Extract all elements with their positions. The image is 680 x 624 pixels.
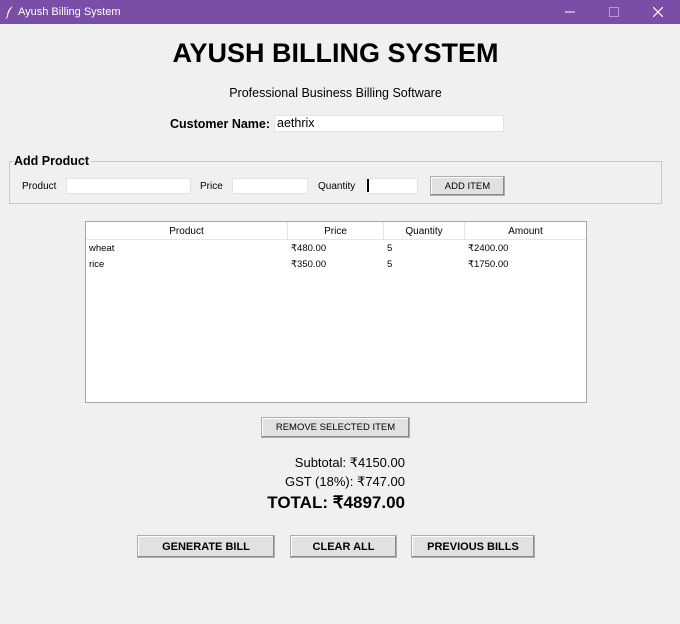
table-row[interactable]: rice ₹350.00 5 ₹1750.00 xyxy=(86,257,586,273)
column-header-product[interactable]: Product xyxy=(86,222,288,240)
quantity-input[interactable] xyxy=(365,178,418,194)
previous-bills-button[interactable]: PREVIOUS BILLS xyxy=(411,535,535,558)
add-product-legend: Add Product xyxy=(14,154,91,168)
window-titlebar: Ayush Billing System xyxy=(0,0,680,24)
text-cursor xyxy=(367,179,369,192)
gst-text: GST (18%): ₹747.00 xyxy=(284,474,405,489)
product-label: Product xyxy=(22,181,57,192)
column-header-amount[interactable]: Amount xyxy=(465,222,586,240)
quantity-label: Quantity xyxy=(318,181,356,192)
cell-quantity: 5 xyxy=(387,259,393,270)
column-header-price[interactable]: Price xyxy=(288,222,384,240)
close-icon[interactable] xyxy=(636,0,680,24)
remove-selected-item-button[interactable]: REMOVE SELECTED ITEM xyxy=(261,417,410,438)
page-title: AYUSH BILLING SYSTEM xyxy=(172,38,499,68)
add-item-button[interactable]: ADD ITEM xyxy=(430,176,505,196)
customer-name-input[interactable]: aethrix xyxy=(274,115,504,132)
generate-bill-button[interactable]: GENERATE BILL xyxy=(137,535,275,558)
items-table[interactable]: Product Price Quantity Amount wheat ₹480… xyxy=(85,221,587,403)
cell-amount: ₹1750.00 xyxy=(468,259,509,270)
product-input[interactable] xyxy=(66,178,191,194)
minimize-icon[interactable] xyxy=(548,0,592,24)
table-header: Product Price Quantity Amount xyxy=(86,222,586,240)
price-label: Price xyxy=(200,181,223,192)
maximize-icon[interactable] xyxy=(592,0,636,24)
cell-amount: ₹2400.00 xyxy=(468,243,509,254)
page-subtitle: Professional Business Billing Software xyxy=(229,86,442,100)
cell-price: ₹480.00 xyxy=(291,243,327,254)
cell-product: rice xyxy=(89,259,105,270)
cell-quantity: 5 xyxy=(387,243,393,254)
cell-product: wheat xyxy=(89,243,115,254)
total-text: TOTAL: ₹4897.00 xyxy=(267,493,405,512)
window-controls xyxy=(548,0,680,24)
column-header-quantity[interactable]: Quantity xyxy=(384,222,465,240)
customer-name-label: Customer Name: xyxy=(170,117,271,131)
cell-price: ₹350.00 xyxy=(291,259,327,270)
window-title: Ayush Billing System xyxy=(18,6,121,18)
clear-all-button[interactable]: CLEAR ALL xyxy=(290,535,397,558)
price-input[interactable] xyxy=(232,178,308,194)
feather-icon xyxy=(4,4,16,20)
subtotal-text: Subtotal: ₹4150.00 xyxy=(294,455,405,470)
table-row[interactable]: wheat ₹480.00 5 ₹2400.00 xyxy=(86,241,586,257)
